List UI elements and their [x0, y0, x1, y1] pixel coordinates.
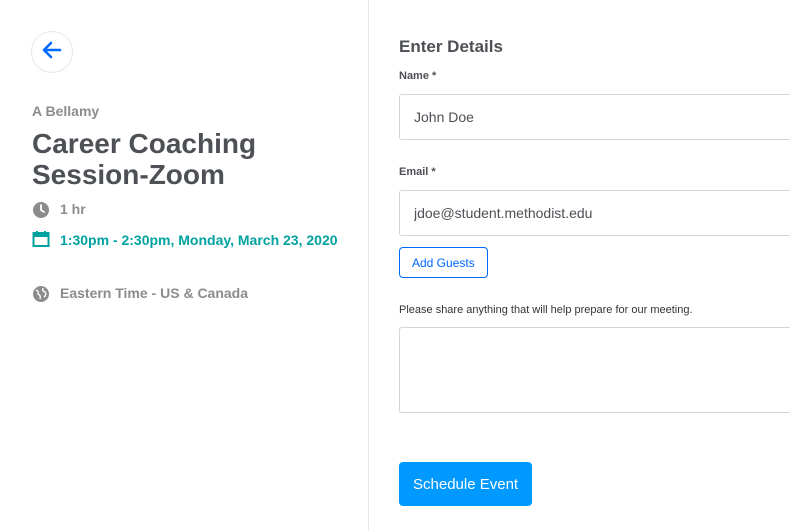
- event-datetime: 1:30pm - 2:30pm, Monday, March 23, 2020: [60, 232, 338, 248]
- event-timezone: Eastern Time - US & Canada: [60, 285, 249, 301]
- event-datetime-row: 1:30pm - 2:30pm, Monday, March 23, 2020: [32, 230, 352, 250]
- event-title: Career Coaching Session-Zoom: [32, 128, 257, 190]
- arrow-left-icon: [42, 41, 62, 64]
- event-duration: 1 hr: [60, 201, 86, 217]
- notes-textarea[interactable]: [399, 327, 790, 413]
- name-label: Name *: [399, 70, 437, 82]
- form-heading: Enter Details: [399, 37, 503, 56]
- email-input[interactable]: [399, 190, 790, 236]
- event-duration-row: 1 hr: [32, 201, 86, 219]
- name-input[interactable]: [399, 94, 790, 140]
- schedule-event-button[interactable]: Schedule Event: [399, 462, 533, 506]
- back-button[interactable]: [31, 31, 73, 73]
- add-guests-button[interactable]: Add Guests: [399, 247, 488, 278]
- calendar-icon: [32, 230, 50, 248]
- event-summary-panel: A Bellamy Career Coaching Session-Zoom 1…: [0, 0, 369, 531]
- event-timezone-row: Eastern Time - US & Canada: [32, 285, 248, 303]
- email-label: Email *: [399, 166, 436, 178]
- details-form-panel: Enter Details Name * Email * Add Guests …: [370, 0, 790, 531]
- globe-icon: [32, 285, 50, 303]
- notes-label: Please share anything that will help pre…: [399, 304, 693, 316]
- organizer-name: A Bellamy: [32, 103, 100, 119]
- clock-icon: [32, 201, 50, 219]
